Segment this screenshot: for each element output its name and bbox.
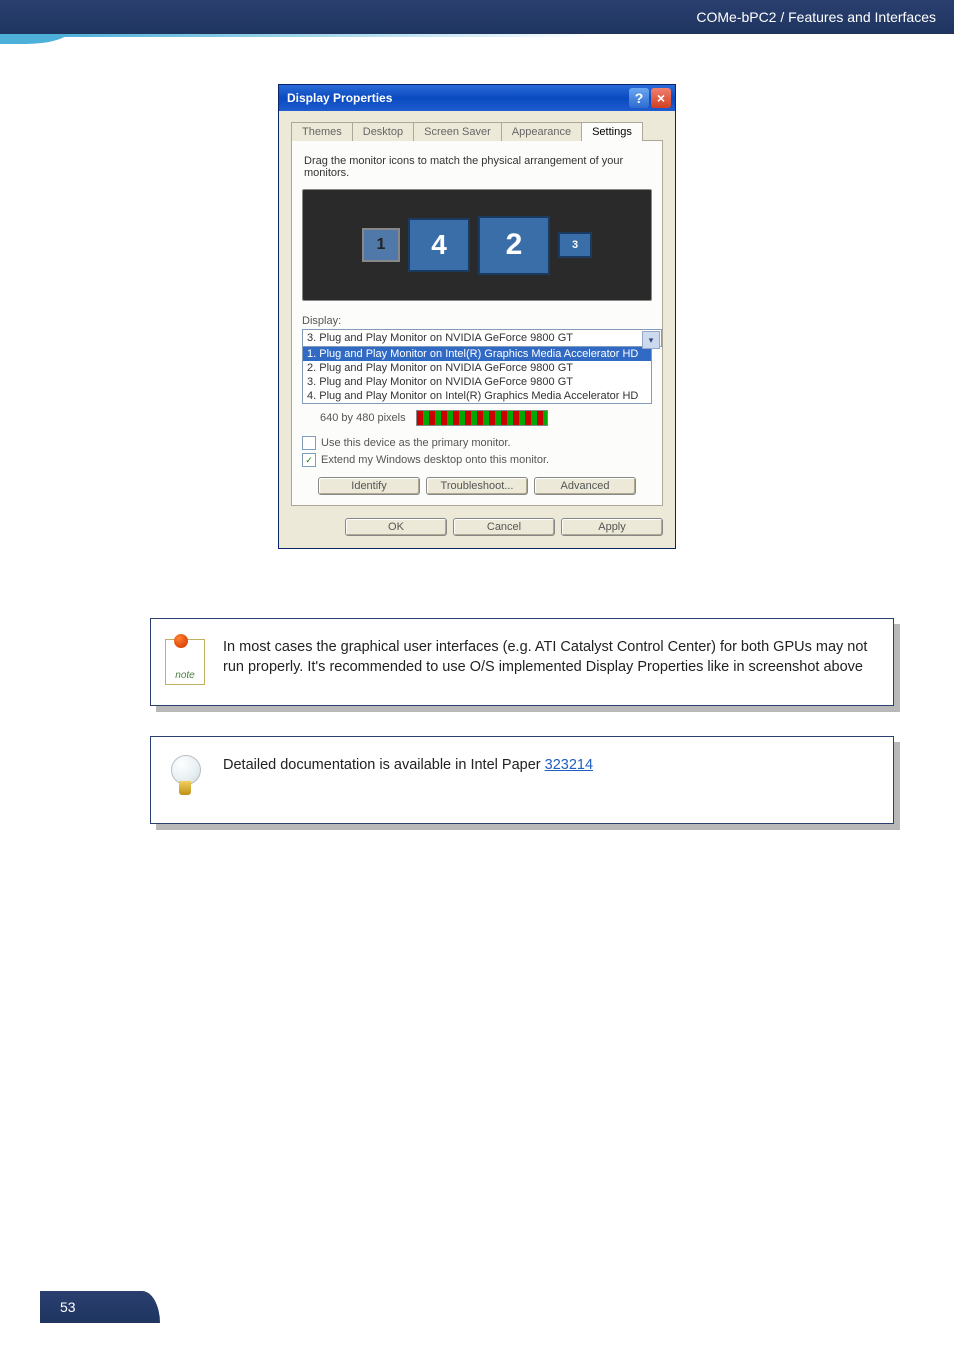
monitor-4-icon[interactable]: 4 (408, 218, 470, 272)
dialog-titlebar[interactable]: Display Properties ? × (279, 85, 675, 111)
page-number: 53 (60, 1299, 76, 1315)
extend-desktop-checkbox[interactable]: ✓ (302, 453, 316, 467)
monitor-1-icon[interactable]: 1 (362, 228, 400, 262)
display-dropdown-list: 1. Plug and Play Monitor on Intel(R) Gra… (302, 346, 652, 404)
resolution-slider[interactable] (416, 410, 548, 426)
help-button[interactable]: ? (629, 88, 649, 108)
tabs-row: Themes Desktop Screen Saver Appearance S… (291, 121, 663, 141)
bulb-icon (163, 758, 207, 802)
tip-prefix: Detailed documentation is available in I… (223, 757, 545, 773)
dropdown-item[interactable]: 1. Plug and Play Monitor on Intel(R) Gra… (303, 347, 651, 361)
tab-settings[interactable]: Settings (581, 122, 643, 141)
monitor-3-icon[interactable]: 3 (558, 232, 592, 258)
tab-screensaver[interactable]: Screen Saver (413, 122, 502, 141)
display-combobox[interactable]: 3. Plug and Play Monitor on NVIDIA GeFor… (302, 329, 662, 347)
dropdown-item[interactable]: 4. Plug and Play Monitor on Intel(R) Gra… (303, 389, 651, 403)
primary-monitor-checkbox[interactable] (302, 436, 316, 450)
advanced-button[interactable]: Advanced (534, 477, 636, 495)
tab-desktop[interactable]: Desktop (352, 122, 414, 141)
display-label: Display: (302, 315, 652, 327)
note-icon (163, 640, 207, 684)
tip-callout: Detailed documentation is available in I… (150, 736, 894, 824)
tip-text: Detailed documentation is available in I… (223, 755, 873, 775)
dropdown-item[interactable]: 2. Plug and Play Monitor on NVIDIA GeFor… (303, 361, 651, 375)
ok-button[interactable]: OK (345, 518, 447, 536)
tab-themes[interactable]: Themes (291, 122, 353, 141)
chevron-down-icon[interactable]: ▾ (642, 331, 660, 349)
note-text: In most cases the graphical user interfa… (223, 637, 873, 678)
cancel-button[interactable]: Cancel (453, 518, 555, 536)
display-properties-dialog: Display Properties ? × Themes Desktop Sc… (278, 84, 676, 549)
dropdown-item[interactable]: 3. Plug and Play Monitor on NVIDIA GeFor… (303, 375, 651, 389)
troubleshoot-button[interactable]: Troubleshoot... (426, 477, 528, 495)
breadcrumb: COMe-bPC2 / Features and Interfaces (696, 9, 936, 25)
apply-button[interactable]: Apply (561, 518, 663, 536)
close-button[interactable]: × (651, 88, 671, 108)
header-accent (0, 34, 954, 44)
primary-monitor-label: Use this device as the primary monitor. (321, 437, 511, 449)
resolution-text: 640 by 480 pixels (320, 412, 406, 424)
intel-paper-link[interactable]: 323214 (545, 757, 593, 773)
extend-desktop-label: Extend my Windows desktop onto this moni… (321, 454, 549, 466)
identify-button[interactable]: Identify (318, 477, 420, 495)
tab-appearance[interactable]: Appearance (501, 122, 582, 141)
page-footer: 53 (40, 1291, 160, 1323)
dialog-title: Display Properties (287, 91, 392, 105)
monitor-2-icon[interactable]: 2 (478, 216, 550, 275)
monitor-arrangement-area[interactable]: 1 4 2 3 (302, 189, 652, 301)
note-callout: In most cases the graphical user interfa… (150, 618, 894, 706)
drag-instruction: Drag the monitor icons to match the phys… (304, 155, 650, 179)
combo-selected-text: 3. Plug and Play Monitor on NVIDIA GeFor… (307, 332, 573, 344)
page-header: COMe-bPC2 / Features and Interfaces (0, 0, 954, 34)
